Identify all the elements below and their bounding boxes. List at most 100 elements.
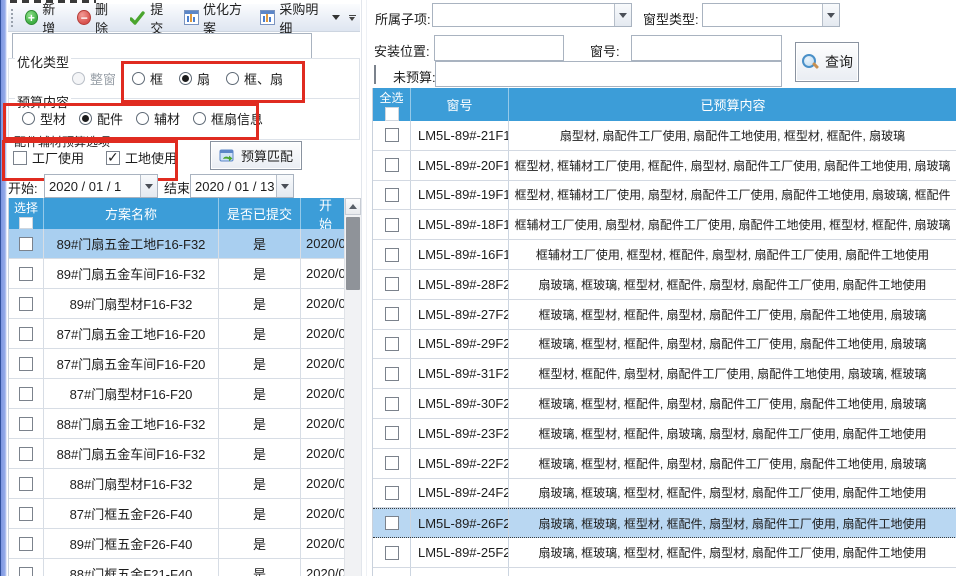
dropdown-button[interactable] [614, 4, 631, 26]
query-button[interactable]: 查询 [795, 42, 859, 82]
start-date-picker[interactable]: 2020 / 01 / 1 [44, 174, 158, 198]
row-select-cell [9, 469, 44, 498]
check-icon [130, 11, 146, 25]
table-row[interactable]: LM5L-89#-22F20框玻璃, 框型材, 框配件, 扇型材, 扇配件工厂使… [373, 449, 956, 479]
window-type-label: 窗型类型: [643, 9, 699, 28]
table-row[interactable]: 87#门扇型材F16-F20是2020/0 [9, 379, 345, 409]
row-checkbox[interactable] [385, 337, 399, 351]
row-checkbox[interactable] [19, 537, 33, 551]
radio-budget-content[interactable]: 框扇信息 [193, 109, 263, 128]
radio-icon [226, 72, 239, 85]
row-select-cell [9, 319, 44, 348]
radio-optimize-type[interactable]: 框、扇 [226, 69, 283, 88]
table-row[interactable]: LM5L-89#-21F19扇型材, 扇配件工厂使用, 扇配件工地使用, 框型材… [373, 121, 956, 151]
budgeted-content-cell: 扇玻璃, 框玻璃, 框型材, 框配件, 扇型材, 扇配件工厂使用, 扇配件工地使… [509, 479, 956, 508]
table-row[interactable]: 89#门扇型材F16-F32是2020/0 [9, 289, 345, 319]
budgeted-content-cell: 扇玻璃, 框玻璃, 框型材, 框配件, 扇型材, 扇配件工厂使用, 扇配件工地使… [509, 538, 956, 567]
budget-match-button[interactable]: 预算匹配 [210, 141, 302, 170]
sub-item-select[interactable] [432, 3, 632, 27]
table-row[interactable]: LM5L-89#-27F25框玻璃, 框型材, 框配件, 扇型材, 扇配件工厂使… [373, 300, 956, 330]
radio-optimize-type[interactable]: 扇 [179, 69, 210, 88]
dropdown-button[interactable] [822, 4, 839, 26]
row-checkbox[interactable] [385, 188, 399, 202]
scrollbar-thumb[interactable] [346, 217, 360, 290]
row-checkbox[interactable] [385, 516, 399, 530]
row-checkbox[interactable] [385, 456, 399, 470]
radio-budget-content[interactable]: 型材 [22, 109, 66, 128]
table-row[interactable]: LM5L-89#-16F15框辅材工厂使用, 框型材, 框配件, 扇型材, 扇配… [373, 240, 956, 270]
row-checkbox[interactable] [19, 417, 33, 431]
table-row[interactable]: 87#门扇五金工地F16-F20是2020/0 [9, 319, 345, 349]
dock-strip[interactable] [0, 0, 7, 576]
dropdown-button[interactable] [140, 175, 157, 197]
end-date-picker[interactable]: 2020 / 01 / 13 [190, 174, 294, 198]
row-checkbox[interactable] [19, 267, 33, 281]
table-row[interactable]: 89#门扇五金工地F16-F32是2020/0 [9, 229, 345, 259]
row-checkbox[interactable] [19, 327, 33, 341]
row-checkbox[interactable] [19, 387, 33, 401]
row-select-cell [9, 439, 44, 468]
table-filler [373, 568, 956, 576]
table-row[interactable]: LM5L-89#-18F16框辅材工厂使用, 扇型材, 扇配件工厂使用, 扇配件… [373, 210, 956, 240]
row-checkbox[interactable] [385, 277, 399, 291]
table-row[interactable]: 88#门扇五金车间F16-F32是2020/0 [9, 439, 345, 469]
table-row[interactable]: LM5L-89#-30F28框玻璃, 框型材, 框配件, 扇型材, 扇配件工厂使… [373, 389, 956, 419]
install-location-input[interactable] [434, 35, 564, 61]
table-row[interactable]: 87#门扇五金车间F16-F20是2020/0 [9, 349, 345, 379]
row-select-cell [373, 330, 411, 359]
table-row[interactable]: 88#门框五金F21-F40是2020/0 [9, 559, 345, 576]
table-row[interactable]: LM5L-89#-24F22扇玻璃, 框玻璃, 框型材, 框配件, 扇型材, 扇… [373, 479, 956, 509]
start-date-cell: 2020/0 [301, 259, 345, 288]
row-checkbox[interactable] [19, 567, 33, 576]
table-row[interactable]: LM5L-89#-25F23扇玻璃, 框玻璃, 框型材, 框配件, 扇型材, 扇… [373, 538, 956, 568]
radio-budget-content[interactable]: 辅材 [136, 109, 180, 128]
row-checkbox[interactable] [385, 158, 399, 172]
table-row[interactable]: LM5L-89#-28F26扇玻璃, 框玻璃, 框型材, 框配件, 扇型材, 扇… [373, 270, 956, 300]
toolbar-grip[interactable] [10, 9, 14, 27]
radio-optimize-type[interactable]: 框 [132, 69, 163, 88]
left-table-scrollbar[interactable] [344, 198, 361, 576]
table-row[interactable]: 88#门扇型材F16-F32是2020/0 [9, 469, 345, 499]
row-checkbox[interactable] [19, 447, 33, 461]
submitted-cell: 是 [219, 409, 301, 438]
table-row[interactable]: 89#门扇五金车间F16-F32是2020/0 [9, 259, 345, 289]
row-checkbox[interactable] [19, 477, 33, 491]
row-checkbox[interactable] [19, 357, 33, 371]
dropdown-button[interactable] [276, 175, 293, 197]
table-row[interactable]: LM5L-89#-19F17框型材, 框辅材工厂使用, 扇型材, 扇配件工厂使用… [373, 181, 956, 211]
row-checkbox[interactable] [385, 367, 399, 381]
row-checkbox[interactable] [19, 507, 33, 521]
select-all-checkbox[interactable] [19, 217, 33, 229]
table-row[interactable]: LM5L-89#-23F21框玻璃, 框型材, 框配件, 扇玻璃, 扇型材, 扇… [373, 419, 956, 449]
table-row[interactable]: 87#门框五金F26-F40是2020/0 [9, 499, 345, 529]
table-row[interactable]: LM5L-89#-20F18框型材, 框辅材工厂使用, 框配件, 扇型材, 扇配… [373, 151, 956, 181]
row-checkbox[interactable] [385, 218, 399, 232]
window-no-input[interactable] [631, 35, 782, 61]
table-row[interactable]: LM5L-89#-31F29框型材, 框配件, 扇型材, 扇配件工厂使用, 扇配… [373, 359, 956, 389]
usage-checkbox-item[interactable]: 工地使用 [106, 148, 177, 167]
window-type-select[interactable] [702, 3, 840, 27]
scroll-up-button[interactable] [345, 198, 361, 215]
row-checkbox[interactable] [385, 307, 399, 321]
usage-checkbox-item[interactable]: 工厂使用 [13, 148, 84, 167]
plan-table-header: 选择 方案名称 是否已提交 开始 [9, 198, 345, 229]
no-budget-input[interactable] [435, 61, 782, 87]
table-row[interactable]: LM5L-89#-29F27框玻璃, 框型材, 框配件, 扇型材, 扇配件工厂使… [373, 330, 956, 360]
table-row[interactable]: LM5L-89#-26F24扇玻璃, 框玻璃, 框型材, 框配件, 扇型材, 扇… [373, 508, 956, 538]
row-checkbox[interactable] [385, 248, 399, 262]
row-checkbox[interactable] [19, 237, 33, 251]
no-budget-checkbox[interactable] [374, 65, 376, 84]
row-checkbox[interactable] [385, 397, 399, 411]
start-date-cell: 2020/0 [301, 289, 345, 318]
toolbar-overflow-button[interactable] [346, 9, 358, 27]
select-all-checkbox[interactable] [385, 107, 399, 121]
row-checkbox[interactable] [385, 546, 399, 560]
row-checkbox[interactable] [385, 426, 399, 440]
row-select-cell [373, 121, 411, 150]
table-row[interactable]: 88#门扇五金工地F16-F32是2020/0 [9, 409, 345, 439]
row-checkbox[interactable] [385, 128, 399, 142]
table-row[interactable]: 89#门框五金F26-F40是2020/0 [9, 529, 345, 559]
row-checkbox[interactable] [385, 486, 399, 500]
row-checkbox[interactable] [19, 297, 33, 311]
radio-budget-content[interactable]: 配件 [79, 109, 123, 128]
